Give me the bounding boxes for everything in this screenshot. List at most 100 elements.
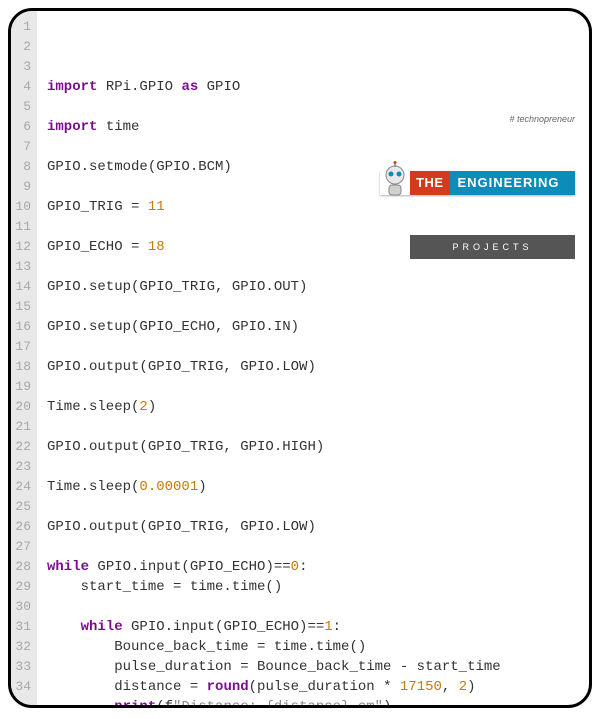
code-token: print [114, 699, 156, 708]
code-line[interactable]: GPIO.output(GPIO_TRIG, GPIO.LOW) [47, 357, 581, 377]
code-token: GPIO [207, 79, 241, 95]
line-number: 21 [15, 417, 31, 437]
line-number: 2 [15, 37, 31, 57]
code-token: ) [467, 679, 475, 695]
code-line[interactable]: Bounce_back_time = time.time() [47, 637, 581, 657]
line-number: 12 [15, 237, 31, 257]
code-line[interactable]: distance = round(pulse_duration * 17150,… [47, 677, 581, 697]
code-line[interactable]: import RPi.GPIO as GPIO [47, 77, 581, 97]
code-token: while [47, 559, 97, 575]
line-number: 7 [15, 137, 31, 157]
code-line[interactable]: while GPIO.input(GPIO_ECHO)==1: [47, 617, 581, 637]
code-line[interactable] [47, 257, 581, 277]
code-token: import [47, 119, 106, 135]
code-token: GPIO.output(GPIO_TRIG, GPIO.HIGH) [47, 439, 324, 455]
code-token: while [81, 619, 131, 635]
code-token: GPIO.setup(GPIO_TRIG, GPIO.OUT) [47, 279, 307, 295]
code-token: ) [198, 479, 206, 495]
code-line[interactable] [47, 337, 581, 357]
code-token: 0 [291, 559, 299, 575]
code-token [47, 619, 81, 635]
line-number: 3 [15, 57, 31, 77]
code-line[interactable] [47, 137, 581, 157]
line-number: 19 [15, 377, 31, 397]
line-number: 28 [15, 557, 31, 577]
line-number: 32 [15, 637, 31, 657]
code-line[interactable]: GPIO.output(GPIO_TRIG, GPIO.LOW) [47, 517, 581, 537]
code-token: GPIO.setup(GPIO_ECHO, GPIO.IN) [47, 319, 299, 335]
code-token: : [299, 559, 307, 575]
line-number: 33 [15, 657, 31, 677]
code-token: start_time = time.time() [47, 579, 282, 595]
code-line[interactable] [47, 97, 581, 117]
code-line[interactable]: GPIO.setup(GPIO_TRIG, GPIO.OUT) [47, 277, 581, 297]
code-line[interactable] [47, 417, 581, 437]
code-line[interactable] [47, 377, 581, 397]
code-line[interactable] [47, 497, 581, 517]
code-frame: 1234567891011121314151617181920212223242… [8, 8, 592, 708]
code-line[interactable] [47, 537, 581, 557]
code-token: GPIO.output(GPIO_TRIG, GPIO.LOW) [47, 359, 316, 375]
code-token: GPIO_TRIG = [47, 199, 148, 215]
code-line[interactable] [47, 177, 581, 197]
code-line[interactable]: GPIO_ECHO = 18 [47, 237, 581, 257]
code-line[interactable]: pulse_duration = Bounce_back_time - star… [47, 657, 581, 677]
line-number-gutter: 1234567891011121314151617181920212223242… [11, 11, 37, 705]
line-number: 25 [15, 497, 31, 517]
code-token: 17150 [400, 679, 442, 695]
line-number: 13 [15, 257, 31, 277]
code-token: , [442, 679, 459, 695]
code-line[interactable] [47, 597, 581, 617]
code-line[interactable]: while GPIO.input(GPIO_ECHO)==0: [47, 557, 581, 577]
code-token: GPIO.input(GPIO_ECHO)== [97, 559, 290, 575]
code-line[interactable]: start_time = time.time() [47, 577, 581, 597]
code-line[interactable]: Time.sleep(0.00001) [47, 477, 581, 497]
code-token: GPIO_ECHO = [47, 239, 148, 255]
code-token: GPIO.setmode(GPIO.BCM) [47, 159, 232, 175]
line-number: 6 [15, 117, 31, 137]
code-line[interactable] [47, 217, 581, 237]
line-number: 9 [15, 177, 31, 197]
line-number: 29 [15, 577, 31, 597]
code-token: (pulse_duration * [249, 679, 400, 695]
line-number: 24 [15, 477, 31, 497]
code-line[interactable]: GPIO.setup(GPIO_ECHO, GPIO.IN) [47, 317, 581, 337]
code-token: pulse_duration = Bounce_back_time - star… [47, 659, 501, 675]
line-number: 26 [15, 517, 31, 537]
code-token: 2 [459, 679, 467, 695]
code-token: 2 [139, 399, 147, 415]
line-number: 23 [15, 457, 31, 477]
line-number: 5 [15, 97, 31, 117]
code-token: import [47, 79, 106, 95]
code-line[interactable]: print(f"Distance: {distance} cm") [47, 697, 581, 708]
code-token: 1 [324, 619, 332, 635]
line-number: 34 [15, 677, 31, 697]
code-token: : [333, 619, 341, 635]
code-token: Time.sleep( [47, 479, 139, 495]
code-token: (f [156, 699, 173, 708]
code-token: distance = [47, 679, 207, 695]
code-area[interactable]: # technopreneur THE ENGINEERING [37, 11, 589, 705]
code-line[interactable]: GPIO.setmode(GPIO.BCM) [47, 157, 581, 177]
code-token: "Distance: {distance} cm" [173, 699, 383, 708]
line-number: 8 [15, 157, 31, 177]
code-token: GPIO.output(GPIO_TRIG, GPIO.LOW) [47, 519, 316, 535]
line-number: 4 [15, 77, 31, 97]
code-token: RPi.GPIO [106, 79, 182, 95]
code-token: as [181, 79, 206, 95]
code-line[interactable]: GPIO_TRIG = 11 [47, 197, 581, 217]
line-number: 10 [15, 197, 31, 217]
code-token: GPIO.input(GPIO_ECHO)== [131, 619, 324, 635]
code-line[interactable]: GPIO.output(GPIO_TRIG, GPIO.HIGH) [47, 437, 581, 457]
code-line[interactable]: Time.sleep(2) [47, 397, 581, 417]
line-number: 16 [15, 317, 31, 337]
code-token: ) [383, 699, 391, 708]
code-line[interactable] [47, 297, 581, 317]
code-token: round [207, 679, 249, 695]
line-number: 20 [15, 397, 31, 417]
code-token [47, 699, 114, 708]
line-number: 1 [15, 17, 31, 37]
code-editor[interactable]: 1234567891011121314151617181920212223242… [11, 11, 589, 705]
code-line[interactable]: import time [47, 117, 581, 137]
code-line[interactable] [47, 457, 581, 477]
